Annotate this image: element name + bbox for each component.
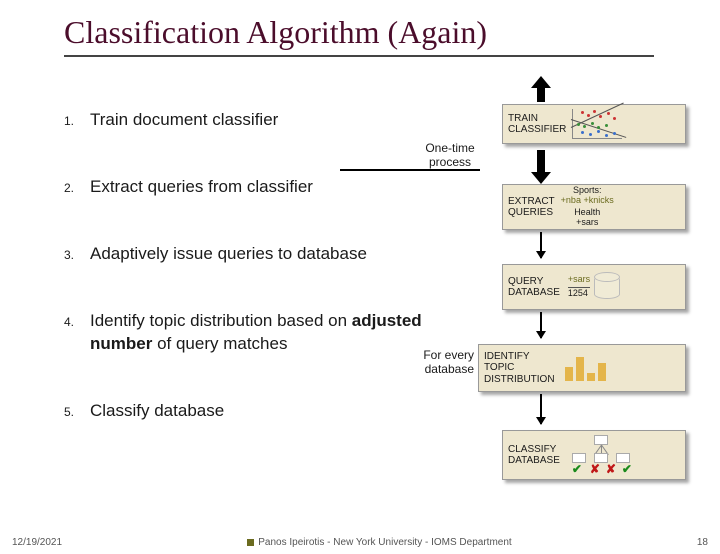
step-number: 1.	[64, 109, 90, 128]
box-label: TRAIN CLASSIFIER	[508, 113, 566, 136]
one-time-label: One-time process	[420, 142, 480, 170]
box-label: EXTRACT QUERIES	[508, 196, 555, 219]
one-time-divider	[340, 169, 480, 171]
step-text: Identify topic distribution based on adj…	[90, 310, 464, 356]
footer-center: Panos Ipeirotis - New York University - …	[62, 537, 697, 548]
step-3: 3. Adaptively issue queries to database	[64, 243, 464, 266]
example-queries: Sports: +nba +knicks Health +sars	[561, 186, 614, 228]
arrow-down-icon	[540, 232, 542, 258]
box-label: QUERY DATABASE	[508, 276, 560, 299]
query-database-box: QUERY DATABASE +sars 1254	[502, 264, 686, 310]
box-label: CLASSIFY DATABASE	[508, 444, 560, 467]
step-5: 5. Classify database	[64, 400, 464, 423]
arrow-down-icon	[540, 394, 542, 424]
box-label: IDENTIFY TOPIC DISTRIBUTION	[484, 351, 555, 386]
scatter-plot-icon	[572, 109, 622, 139]
bar-chart-icon	[565, 355, 606, 381]
step-number: 5.	[64, 400, 90, 419]
slide-title: Classification Algorithm (Again)	[64, 14, 720, 51]
step-1: 1. Train document classifier	[64, 109, 464, 132]
arrow-down-icon	[540, 312, 542, 338]
step-number: 2.	[64, 176, 90, 195]
train-classifier-box: TRAIN CLASSIFIER	[502, 104, 686, 144]
classification-tree-icon: ✔ ✘ ✘ ✔	[566, 435, 636, 475]
database-icon	[594, 275, 620, 299]
step-2: 2. Extract queries from classifier	[64, 176, 464, 199]
classify-database-box: CLASSIFY DATABASE ✔ ✘ ✘ ✔	[502, 430, 686, 480]
step-number: 3.	[64, 243, 90, 262]
step-number: 4.	[64, 310, 90, 329]
step4-prefix: For every database	[412, 348, 474, 377]
step-text: Classify database	[90, 400, 224, 423]
step-text: Extract queries from classifier	[90, 176, 313, 199]
query-result: +sars 1254	[568, 275, 620, 299]
extract-queries-box: EXTRACT QUERIES Sports: +nba +knicks Hea…	[502, 184, 686, 230]
arrow-up-icon	[537, 86, 545, 102]
footer-page: 18	[697, 537, 708, 548]
step-4: 4. Identify topic distribution based on …	[64, 310, 464, 356]
step-text: Train document classifier	[90, 109, 278, 132]
footer: 12/19/2021 Panos Ipeirotis - New York Un…	[0, 537, 720, 548]
step-text: Adaptively issue queries to database	[90, 243, 367, 266]
steps-list: 1. Train document classifier 2. Extract …	[64, 109, 464, 423]
footer-date: 12/19/2021	[12, 537, 62, 548]
arrow-down-icon	[537, 150, 545, 174]
title-underline	[64, 55, 654, 57]
identify-topic-box: IDENTIFY TOPIC DISTRIBUTION	[478, 344, 686, 392]
